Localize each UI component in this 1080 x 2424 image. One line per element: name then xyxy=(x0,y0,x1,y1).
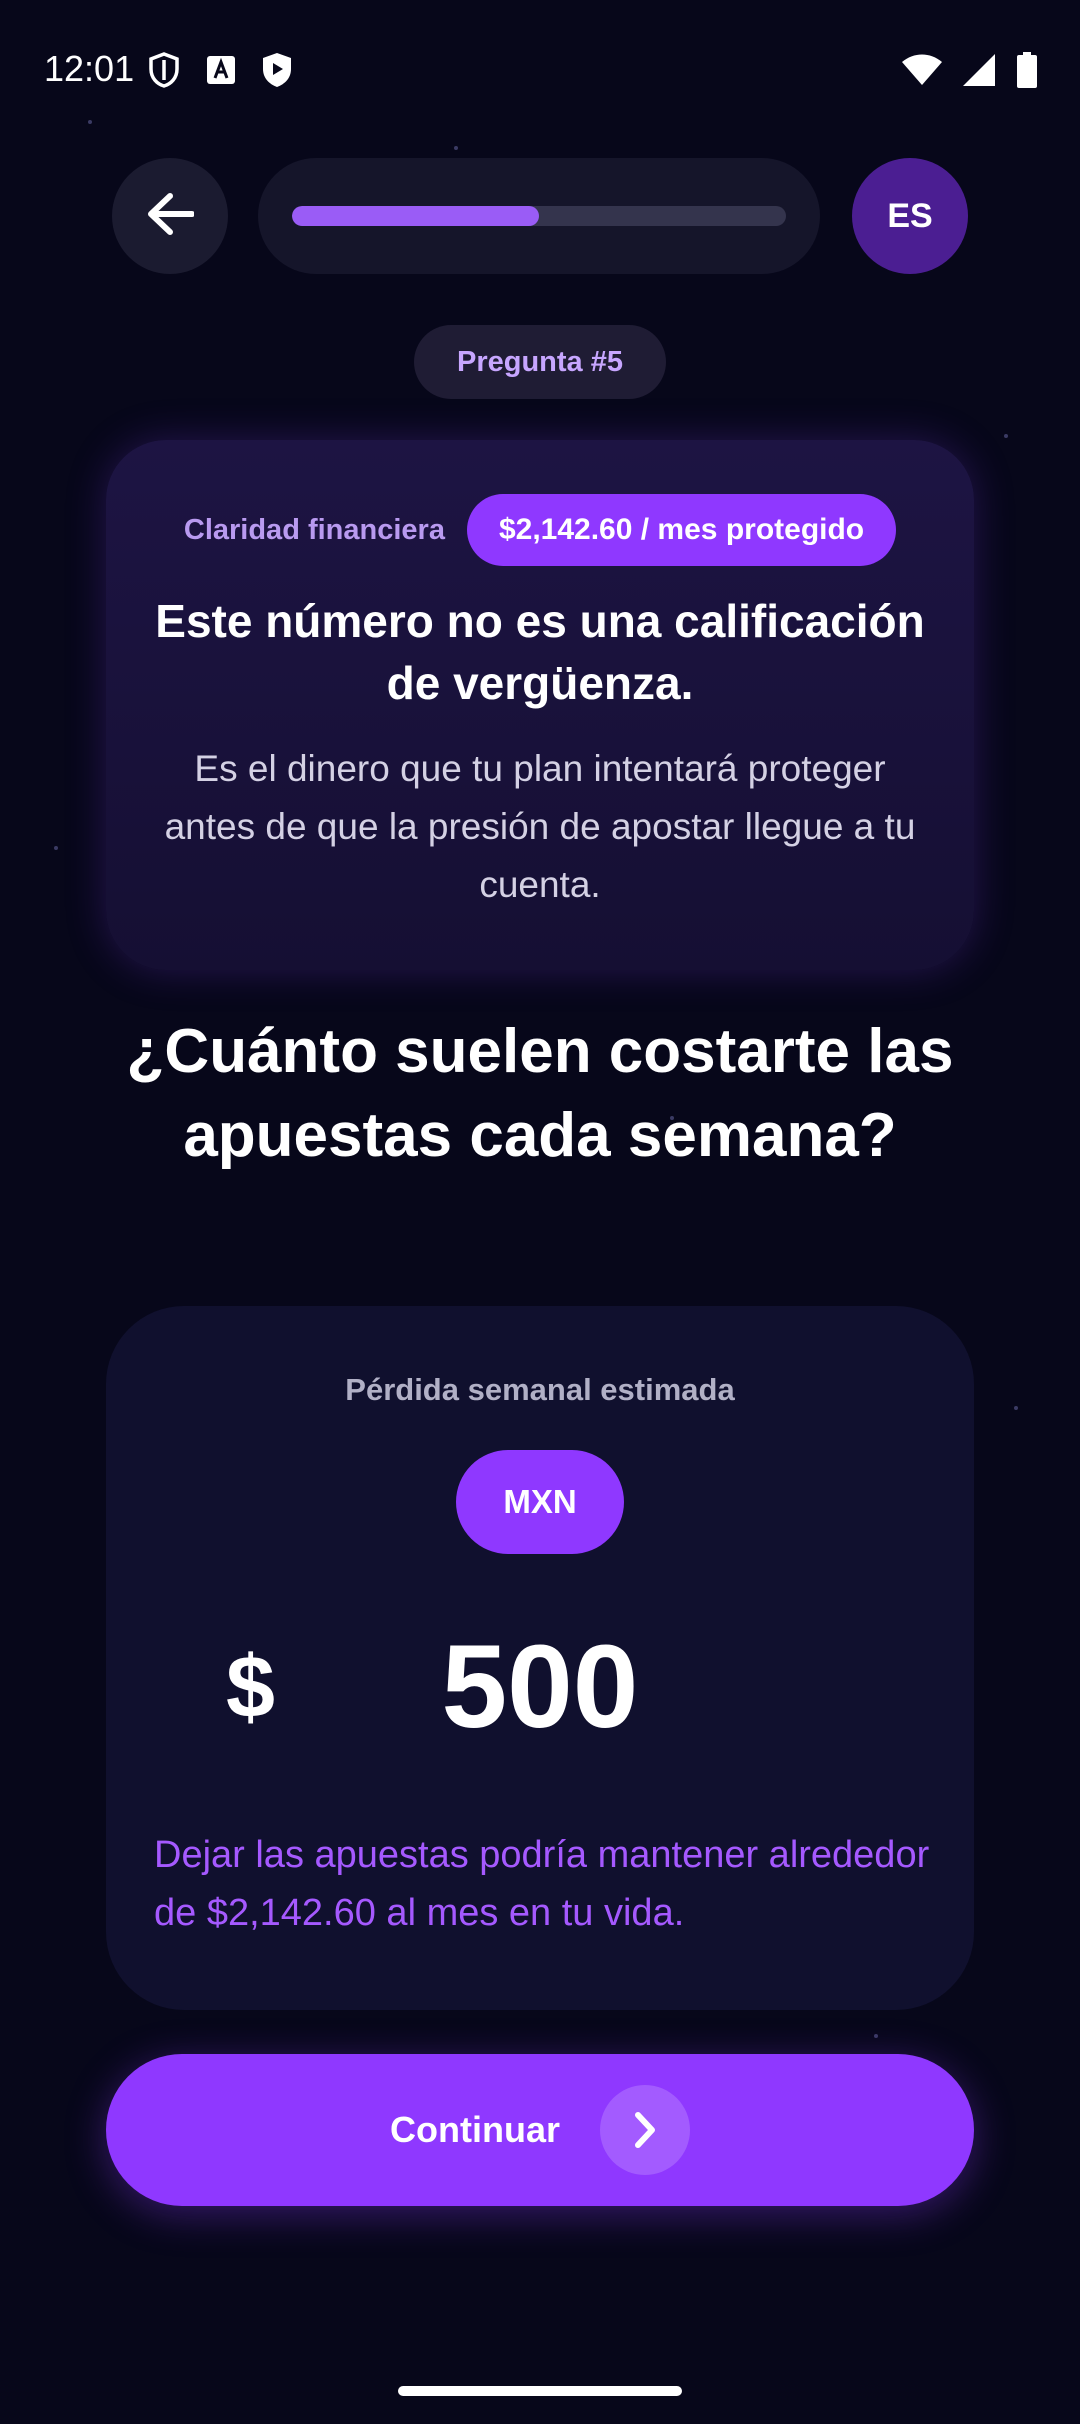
back-button[interactable] xyxy=(112,158,228,274)
arrow-left-icon xyxy=(146,192,195,241)
star-decoration xyxy=(54,846,58,850)
progress-bar xyxy=(258,158,820,274)
info-category: Claridad financiera xyxy=(183,513,445,546)
language-button[interactable]: ES xyxy=(852,158,968,274)
main-question-heading: ¿Cuánto suelen costarte las apuestas cad… xyxy=(126,1017,954,1170)
star-decoration xyxy=(454,146,458,150)
question-number-badge: Pregunta #5 xyxy=(414,325,666,399)
protected-amount-badge: $2,142.60 / mes protegido xyxy=(466,494,897,566)
shield-outline-icon xyxy=(148,52,180,93)
progress-track xyxy=(292,206,786,226)
star-decoration xyxy=(874,2034,878,2038)
status-bar: 12:01 xyxy=(0,0,1080,140)
info-card-title: Este número no es una calificación de ve… xyxy=(155,595,925,709)
wifi-icon xyxy=(902,54,942,91)
estimate-card: Pérdida semanal estimada MXN $ 500 Dejar… xyxy=(106,1306,974,2010)
star-decoration xyxy=(1004,434,1008,438)
battery-icon xyxy=(1016,52,1038,93)
status-icons-right xyxy=(902,52,1038,93)
estimate-note: Dejar las apuestas podría mantener alred… xyxy=(154,1834,930,1934)
weekly-loss-amount-input[interactable]: 500 xyxy=(246,1622,834,1752)
a-box-icon xyxy=(206,55,236,90)
star-decoration xyxy=(1014,1406,1018,1410)
play-shield-icon xyxy=(262,52,292,93)
info-card: Claridad financiera $2,142.60 / mes prot… xyxy=(106,440,974,970)
info-card-text: Es el dinero que tu plan intentará prote… xyxy=(164,748,916,905)
status-icons-left xyxy=(148,52,292,93)
info-card-header: Claridad financiera $2,142.60 / mes prot… xyxy=(106,494,974,566)
home-indicator[interactable] xyxy=(398,2386,682,2396)
signal-icon xyxy=(962,53,996,92)
estimate-label: Pérdida semanal estimada xyxy=(345,1372,735,1407)
currency-selector-button[interactable]: MXN xyxy=(456,1450,624,1554)
continue-button[interactable]: Continuar xyxy=(106,2054,974,2206)
progress-fill xyxy=(292,206,539,226)
chevron-right-icon xyxy=(599,2085,690,2175)
continue-label: Continuar xyxy=(390,2109,560,2150)
status-time: 12:01 xyxy=(44,48,135,89)
